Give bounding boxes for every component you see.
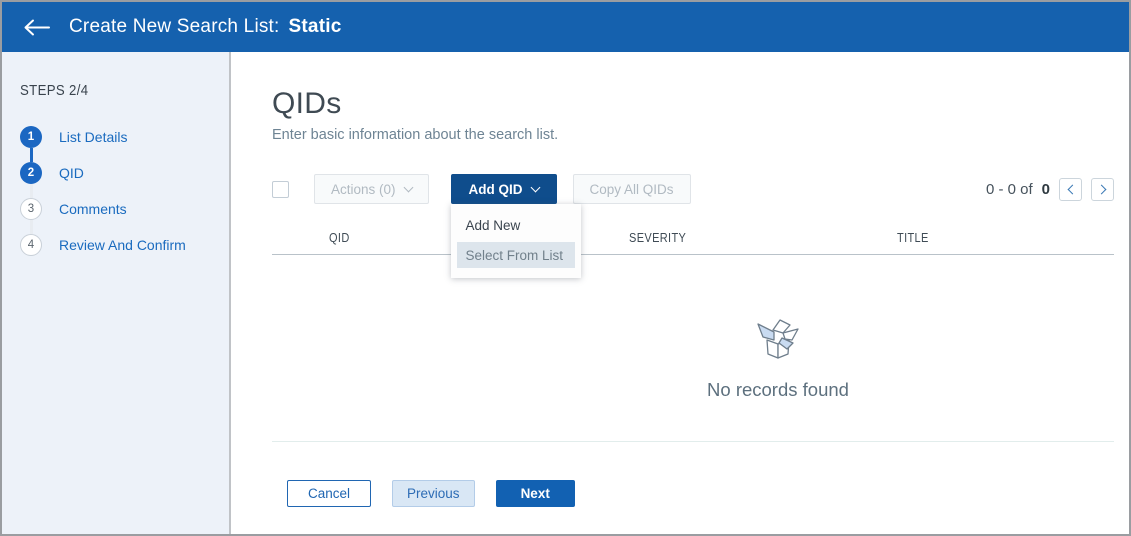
- pagination-next-button[interactable]: [1091, 177, 1114, 201]
- footer-divider: [272, 441, 1114, 442]
- add-qid-button-label: Add QID: [468, 181, 523, 197]
- pagination-range-text: 0 - 0 of: [985, 180, 1033, 198]
- pagination-total: 0: [1041, 180, 1050, 198]
- add-qid-wrap: Add QID Add New Select From List: [450, 174, 581, 278]
- step-number-badge: 4: [20, 234, 42, 256]
- step-connector: [30, 148, 33, 162]
- app-header: Create New Search List: Static: [2, 2, 1129, 52]
- page-title: QIDs: [272, 87, 342, 120]
- actions-button-label: Actions (0): [331, 181, 396, 197]
- pagination: 0 - 0 of 0: [985, 177, 1114, 201]
- actions-button[interactable]: Actions (0): [314, 174, 429, 204]
- qid-table-header: QID SEVERITY TITLE: [272, 231, 1114, 255]
- copy-all-qids-button[interactable]: Copy All QIDs: [572, 174, 691, 204]
- chevron-left-icon: [1067, 184, 1077, 194]
- empty-state-message: No records found: [707, 379, 849, 400]
- column-header-title: TITLE: [897, 231, 929, 245]
- step-item-review-and-confirm[interactable]: 4 Review And Confirm: [20, 234, 229, 256]
- add-qid-dropdown-menu: Add New Select From List: [450, 204, 581, 278]
- steps-sidebar: STEPS 2/4 1 List Details 2 QID 3 Comment…: [2, 52, 231, 534]
- step-item-list-details[interactable]: 1 List Details: [20, 126, 229, 148]
- back-arrow-icon[interactable]: [23, 19, 50, 36]
- menu-item-add-new[interactable]: Add New: [451, 211, 581, 240]
- select-all-checkbox[interactable]: [272, 180, 289, 198]
- step-item-qid[interactable]: 2 QID: [20, 162, 229, 184]
- chevron-down-icon: [530, 182, 540, 192]
- next-button[interactable]: Next: [495, 480, 575, 507]
- step-number-badge: 1: [20, 126, 42, 148]
- step-item-comments[interactable]: 3 Comments: [20, 198, 229, 220]
- step-label: QID: [59, 165, 84, 181]
- empty-box-icon: [757, 319, 799, 359]
- menu-item-select-from-list[interactable]: Select From List: [456, 242, 575, 268]
- copy-all-qids-label: Copy All QIDs: [589, 181, 674, 197]
- step-label: List Details: [59, 129, 128, 145]
- page-subtitle: Enter basic information about the search…: [272, 127, 559, 143]
- chevron-right-icon: [1096, 184, 1106, 194]
- add-qid-button[interactable]: Add QID: [450, 174, 557, 204]
- step-connector: [30, 220, 33, 234]
- step-label: Comments: [59, 201, 127, 217]
- header-title-prefix: Create New Search List:: [69, 16, 280, 37]
- main-content: QIDs Enter basic information about the s…: [231, 52, 1129, 534]
- steps-progress-label: STEPS 2/4: [20, 82, 89, 99]
- step-connector: [30, 184, 33, 198]
- empty-state: No records found: [357, 315, 1129, 401]
- qid-toolbar: Actions (0) Add QID Add New Select From …: [272, 174, 1114, 278]
- cancel-button[interactable]: Cancel: [287, 480, 372, 507]
- previous-button[interactable]: Previous: [392, 480, 475, 507]
- column-header-severity: SEVERITY: [629, 231, 687, 245]
- column-header-qid: QID: [329, 231, 350, 245]
- pagination-prev-button[interactable]: [1059, 177, 1082, 201]
- page-header-title: Create New Search List: Static: [69, 16, 341, 38]
- create-search-list-window: Create New Search List: Static STEPS 2/4 …: [0, 0, 1131, 536]
- step-number-badge: 3: [20, 198, 42, 220]
- wizard-footer: Cancel Previous Next: [272, 480, 1114, 507]
- step-label: Review And Confirm: [59, 237, 186, 253]
- step-number-badge: 2: [20, 162, 42, 184]
- header-title-emphasis: Static: [288, 16, 342, 37]
- wizard-stepper: 1 List Details 2 QID 3 Comments 4 Review…: [20, 126, 229, 256]
- chevron-down-icon: [403, 182, 413, 192]
